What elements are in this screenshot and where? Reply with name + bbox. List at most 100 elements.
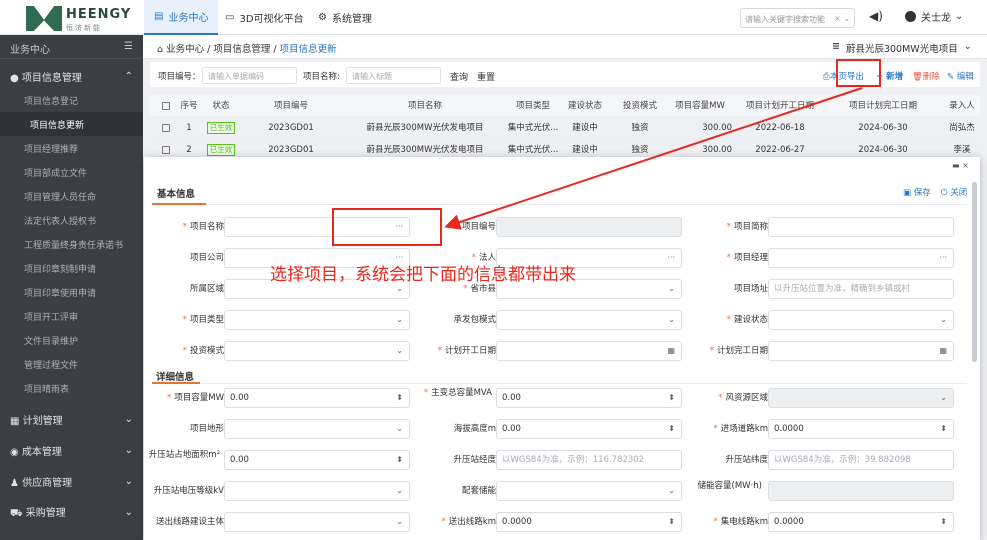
col-name: 项目名称 (407, 101, 442, 111)
nav-business-center[interactable]: ▤ 业务中心 (144, 0, 219, 35)
sidebar-item-authorization[interactable]: 法定代表人授权书 (0, 208, 143, 232)
project-short-field[interactable] (768, 217, 954, 237)
invest-mode-select[interactable]: ⌄ (224, 341, 410, 361)
speaker-icon[interactable]: ◀) (869, 9, 883, 23)
terrain-select[interactable]: ⌄ (224, 419, 410, 439)
chevron-down-icon: ⌄ (124, 475, 133, 487)
nav-label: 业务中心 (168, 13, 209, 24)
project-manager-picker[interactable]: ··· (768, 248, 954, 268)
breadcrumb-sep: / (207, 44, 211, 55)
query-button[interactable]: 查询 (450, 70, 468, 83)
export-icon: ⎙ (823, 72, 830, 82)
sidebar-item-seal-engrave[interactable]: 项目印章刻制申请 (0, 256, 143, 280)
contract-mode-select[interactable]: ⌄ (496, 310, 682, 330)
road-stepper[interactable]: 0.0000 ⬍ (768, 419, 954, 439)
storage-select[interactable]: ⌄ (496, 481, 682, 501)
name-search-input[interactable]: 请输入标题 (346, 67, 441, 84)
chevron-down-icon[interactable]: ⌄ (843, 14, 850, 23)
sidebar-item-manager-recommend[interactable]: 项目经理推荐 (0, 136, 143, 160)
table-row[interactable]: 1 已生效 2023GD01 蔚县光辰300MW光伏发电项目 集中式光伏... … (150, 117, 980, 139)
sidebar-group-label: 计划管理 (22, 415, 63, 427)
sidebar-item-update[interactable]: 项目信息更新 (0, 112, 143, 136)
transformer-stepper[interactable]: 0.00 ⬍ (496, 388, 682, 408)
capacity-stepper[interactable]: 0.00 ⬍ (224, 388, 410, 408)
sidebar-item-barometer[interactable]: 项目晴雨表 (0, 376, 143, 400)
annotation-box-project-name (332, 208, 442, 246)
sidebar-item-start-review[interactable]: 项目开工评审 (0, 304, 143, 328)
user-menu[interactable]: 关士龙 ⌄ (905, 9, 963, 24)
close-icon[interactable]: × (962, 161, 969, 170)
sidebar-item-dept-file[interactable]: 项目部成立文件 (0, 160, 143, 184)
voltage-select[interactable]: ⌄ (224, 481, 410, 501)
plan-end-date-picker[interactable]: ▦ (768, 341, 954, 361)
user-avatar-icon (905, 11, 916, 22)
row-checkbox[interactable] (162, 145, 170, 154)
chevron-down-icon: ⌄ (940, 393, 947, 402)
breadcrumb-current: 项目信息更新 (279, 44, 337, 55)
chevron-down-icon: ⌄ (396, 424, 403, 433)
close-button[interactable]: ⏻ 关闭 (941, 186, 967, 198)
sidebar-group-purchase[interactable]: ⛟ 采购管理 ⌄ (0, 500, 143, 524)
nav-3d-platform[interactable]: ▭ 3D可视化平台 (225, 0, 304, 35)
project-selector[interactable]: ≣ 蔚县光辰300MW光电项目 ⌄ (832, 35, 972, 59)
nav-system-management[interactable]: ⚙ 系统管理 (318, 0, 372, 35)
sidebar-group-project-info[interactable]: ● 项目信息管理 ⌃ (0, 64, 143, 88)
reset-button[interactable]: 重置 (477, 70, 495, 83)
sidebar-item-appointment[interactable]: 项目管理人员任命 (0, 184, 143, 208)
edit-button[interactable]: ✎ 编辑 (947, 70, 974, 82)
search-placeholder: 请输入关键字搜索功能 (745, 15, 825, 24)
col-type: 项目类型 (515, 101, 550, 111)
row-checkbox[interactable] (162, 123, 170, 132)
breadcrumb-home[interactable]: 业务中心 (166, 44, 204, 55)
nav-label: 3D可视化平台 (239, 14, 304, 25)
site-field[interactable]: 以升压站位置为准，精确到乡镇或村 (768, 279, 954, 299)
sidebar-group-cost[interactable]: ◉ 成本管理 ⌄ (0, 438, 143, 462)
function-search-input[interactable]: 请输入关键字搜索功能 × ⌄ (740, 8, 855, 28)
code-search-input[interactable]: 请输入单据编码 (202, 67, 297, 84)
collect-line-stepper[interactable]: 0.0000 ⬍ (768, 512, 954, 532)
home-icon[interactable]: ⌂ (157, 44, 163, 55)
project-short-label: * 项目简称 (726, 222, 768, 232)
lat-field[interactable]: 以WGS84为准，示例：39.882098 (768, 450, 954, 470)
sidebar-group-plan[interactable]: ▦ 计划管理 ⌄ (0, 407, 143, 431)
ellipsis-icon: ··· (667, 253, 675, 262)
sidebar-item-seal-use[interactable]: 项目印章使用申请 (0, 280, 143, 304)
altitude-stepper[interactable]: 0.00 ⬍ (496, 419, 682, 439)
dialog-scrollbar[interactable] (972, 182, 977, 362)
col-status: 状态 (212, 101, 230, 111)
delete-button[interactable]: 🗑删除 (912, 70, 940, 82)
project-type-select[interactable]: ⌄ (224, 310, 410, 330)
wind-zone-select: ⌄ (768, 388, 954, 408)
line-owner-select[interactable]: ⌄ (224, 512, 410, 532)
menu-collapse-icon[interactable]: ☰ (124, 41, 133, 52)
project-selector-value: 蔚县光辰300MW光电项目 (845, 44, 958, 55)
terrain-label: 项目地形 (189, 424, 224, 434)
invest-mode-label: * 投资模式 (182, 346, 224, 356)
cell-build-status: 建设中 (572, 123, 598, 133)
clear-icon[interactable]: × (834, 14, 841, 23)
sidebar-item-register[interactable]: 项目信息登记 (0, 88, 143, 112)
circle-icon: ● (10, 72, 19, 84)
collect-line-label: * 集电线路km (713, 517, 768, 527)
breadcrumb-level1[interactable]: 项目信息管理 (213, 44, 270, 55)
basic-info-title: 基本信息 (157, 189, 196, 200)
col-plan-end: 项目计划完工日期 (848, 101, 917, 111)
sidebar-group-supplier[interactable]: ♟ 供应商管理 ⌄ (0, 469, 143, 493)
out-line-stepper[interactable]: 0.0000 ⬍ (496, 512, 682, 532)
lng-field[interactable]: 以WGS84为准，示例：116.782302 (496, 450, 682, 470)
project-type-label: * 项目类型 (182, 315, 224, 325)
ellipsis-icon: ··· (939, 253, 947, 262)
sidebar-item-quality-commitment[interactable]: 工程质量终身责任承诺书 (0, 232, 143, 256)
build-status-select[interactable]: ⌄ (768, 310, 954, 330)
sidebar-item-file-catalog[interactable]: 文件目录维护 (0, 328, 143, 352)
project-code-field (496, 217, 682, 237)
maximize-icon[interactable]: ▬ (952, 161, 960, 170)
plan-start-date-picker[interactable]: ▦ (496, 341, 682, 361)
chevron-down-icon: ⌄ (963, 41, 972, 52)
chevron-down-icon: ⌄ (396, 315, 403, 324)
station-area-stepper[interactable]: 0.00 ⬍ (224, 450, 410, 470)
sidebar-item-process-file[interactable]: 管理过程文件 (0, 352, 143, 376)
select-all-checkbox[interactable] (162, 101, 170, 110)
edit-label: 编辑 (956, 72, 974, 82)
save-button[interactable]: ▣ 保存 (903, 186, 931, 198)
